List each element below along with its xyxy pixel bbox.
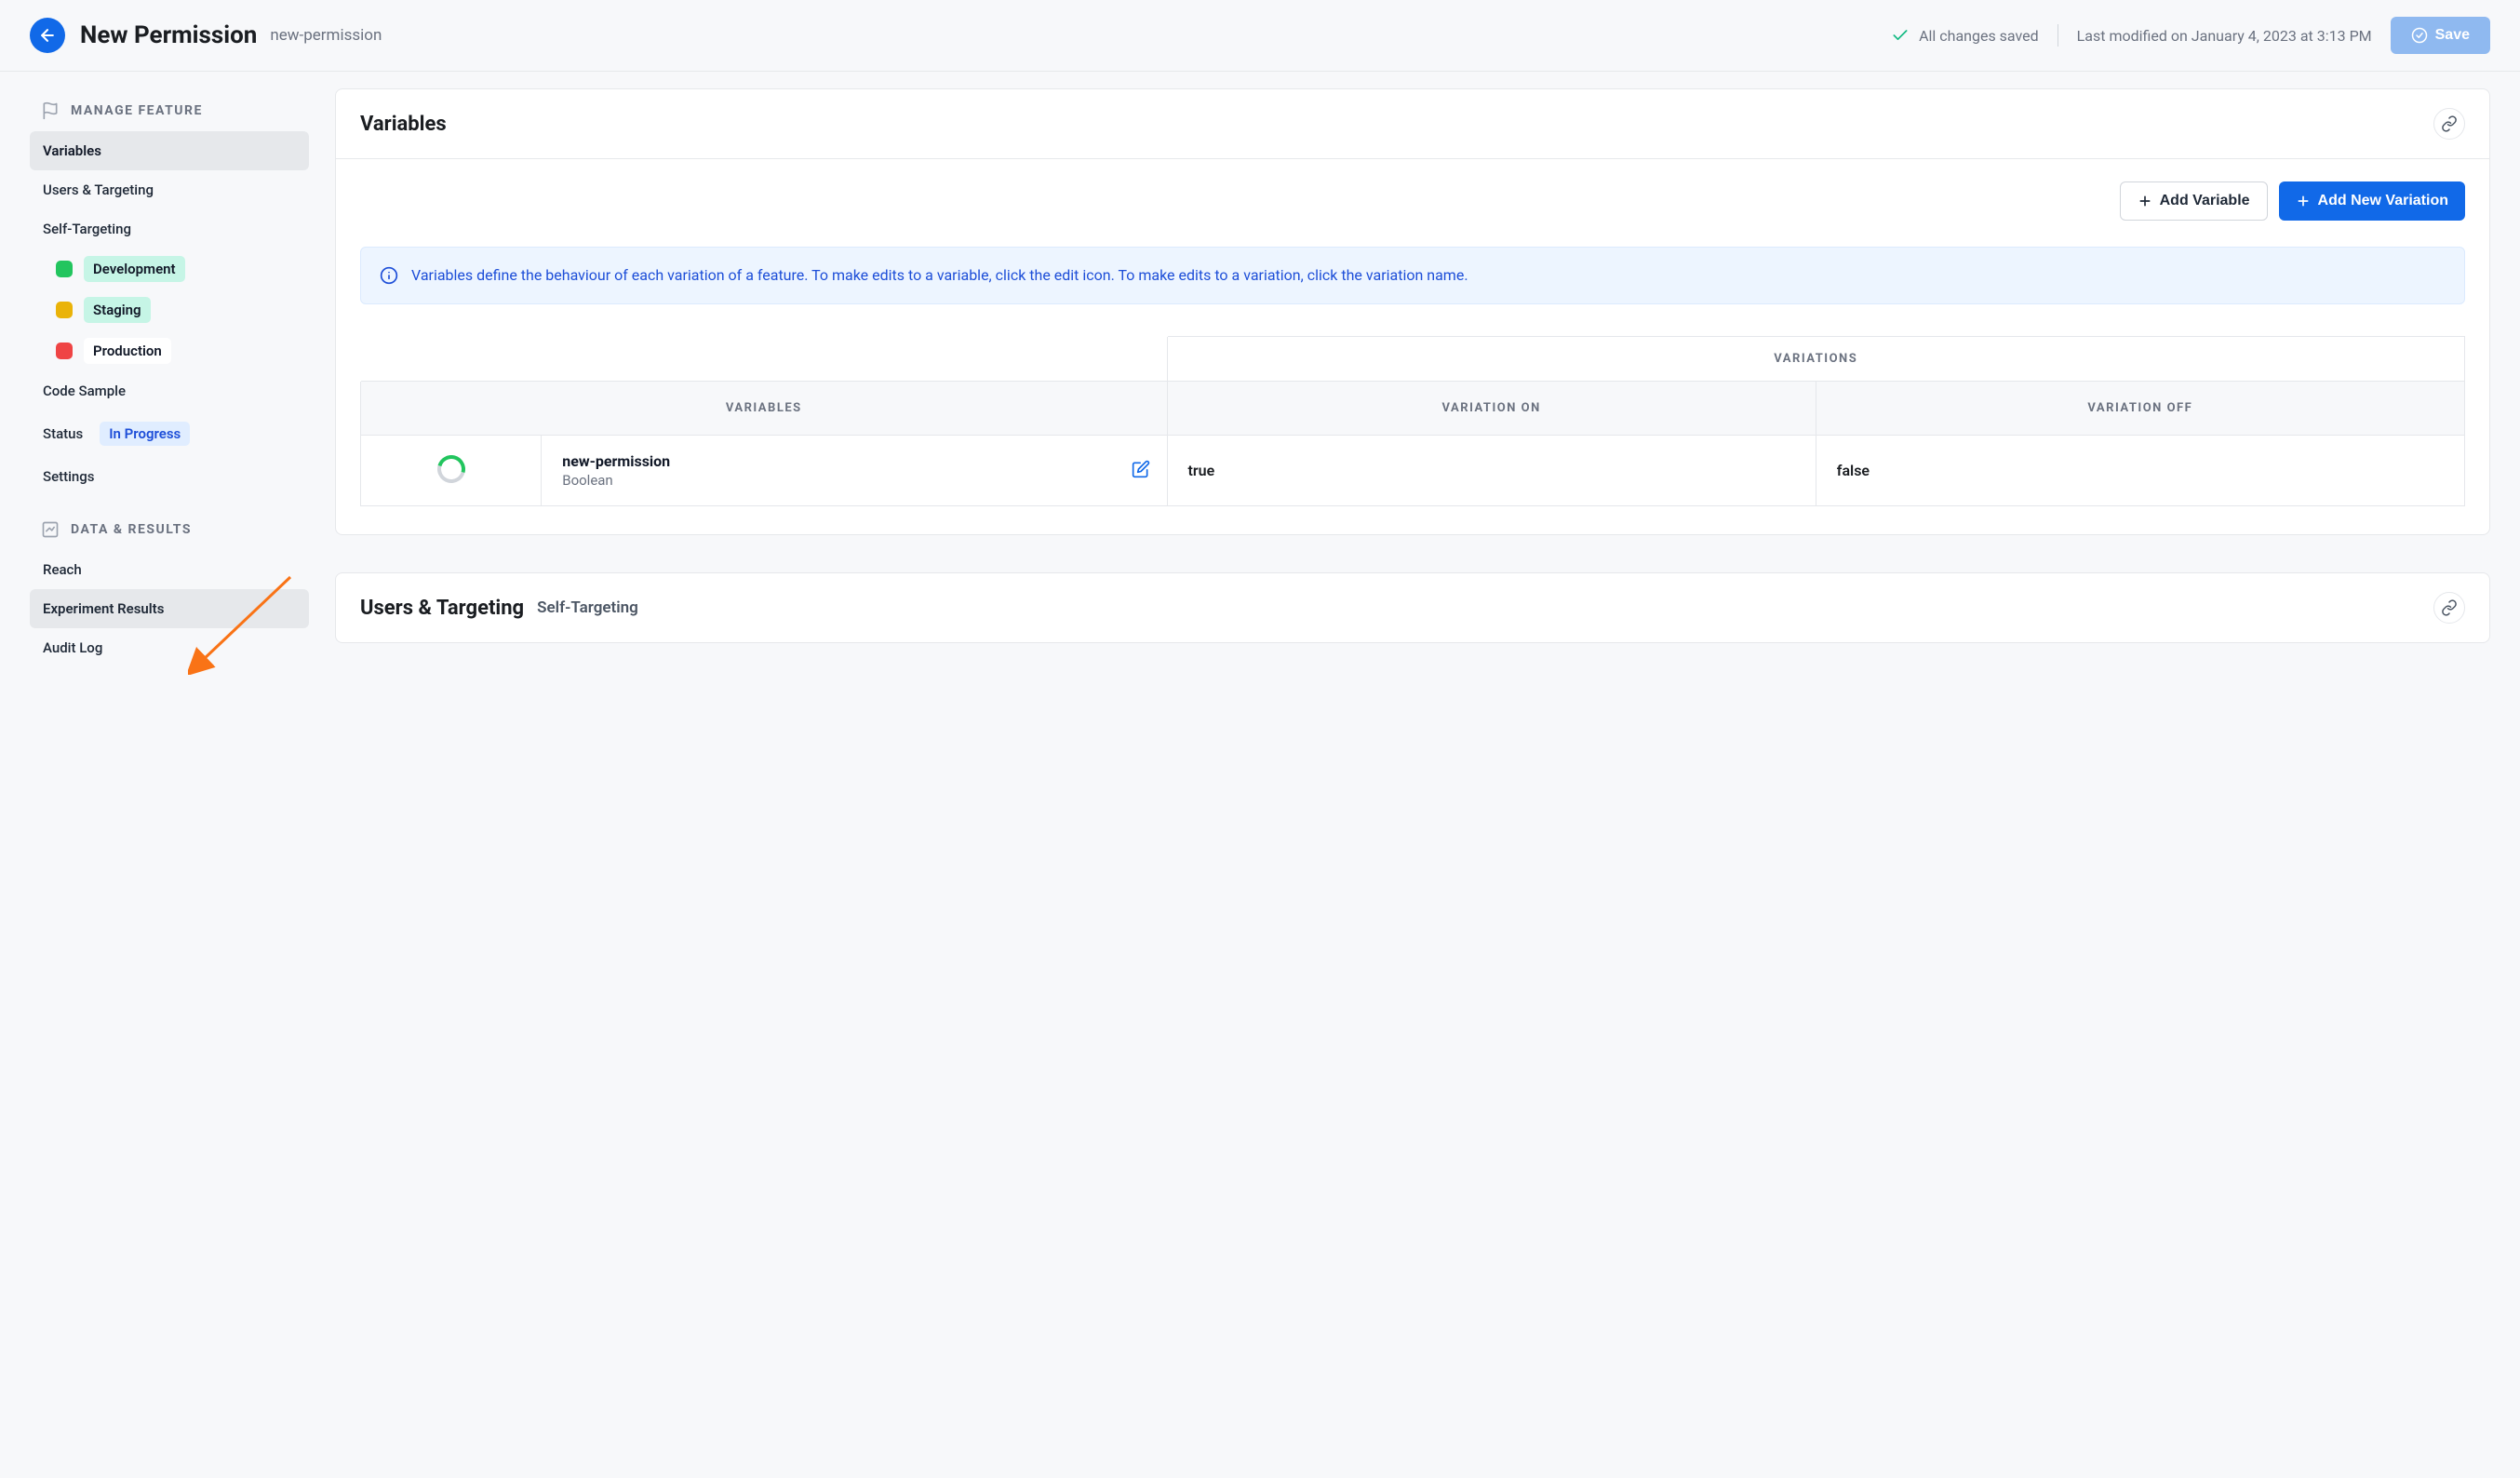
check-icon <box>1891 26 1910 45</box>
sidebar-item-label: Experiment Results <box>43 600 164 617</box>
status-badge: In Progress <box>100 422 190 446</box>
variables-panel-header: Variables <box>336 89 2489 159</box>
link-icon <box>2441 115 2458 132</box>
sidebar: MANAGE FEATURE Variables Users & Targeti… <box>30 88 309 667</box>
edit-icon <box>1132 460 1150 478</box>
plus-icon <box>2138 194 2152 208</box>
sidebar-item-reach[interactable]: Reach <box>30 550 309 589</box>
check-circle-icon <box>2411 27 2428 44</box>
env-label: Production <box>84 338 171 364</box>
sidebar-item-audit-log[interactable]: Audit Log <box>30 628 309 667</box>
add-variation-label: Add New Variation <box>2318 193 2448 209</box>
env-color-dot <box>56 302 73 318</box>
variation-off-value[interactable]: false <box>1816 436 2464 506</box>
variables-col-header: VARIABLES <box>361 382 1168 436</box>
variable-type-icon-cell <box>361 436 542 506</box>
sidebar-item-users-targeting[interactable]: Users & Targeting <box>30 170 309 209</box>
sidebar-item-experiment-results[interactable]: Experiment Results <box>30 589 309 628</box>
variable-type: Boolean <box>562 472 1146 489</box>
chart-icon <box>41 520 60 539</box>
sidebar-manage-header: MANAGE FEATURE <box>71 103 203 118</box>
plus-icon <box>2296 194 2311 208</box>
sidebar-item-status[interactable]: Status In Progress <box>30 410 309 457</box>
save-button-label: Save <box>2435 27 2470 44</box>
users-panel-header: Users & Targeting Self-Targeting <box>336 573 2489 642</box>
panel-subtitle: Self-Targeting <box>537 598 638 617</box>
copy-link-button[interactable] <box>2433 592 2465 624</box>
copy-link-button[interactable] <box>2433 108 2465 140</box>
variation-on-value[interactable]: true <box>1167 436 1816 506</box>
edit-variable-button[interactable] <box>1132 460 1150 482</box>
info-icon <box>380 266 398 285</box>
sidebar-section-manage: MANAGE FEATURE <box>30 88 309 131</box>
env-label: Development <box>84 256 185 282</box>
flag-icon <box>41 101 60 120</box>
info-banner: Variables define the behaviour of each v… <box>360 247 2465 304</box>
sidebar-item-label: Status <box>43 425 83 442</box>
page-header: New Permission new-permission All change… <box>0 0 2520 72</box>
page-slug: new-permission <box>270 26 382 45</box>
sidebar-item-label: Audit Log <box>43 639 102 656</box>
sidebar-env-development[interactable]: Development <box>43 249 309 289</box>
sidebar-data-header: DATA & RESULTS <box>71 522 192 537</box>
variables-panel: Variables Add Variable Add New Variation… <box>335 88 2490 535</box>
sidebar-item-label: Code Sample <box>43 383 126 399</box>
add-variable-label: Add Variable <box>2160 193 2250 209</box>
sidebar-item-settings[interactable]: Settings <box>30 457 309 496</box>
variations-header: VARIATIONS <box>1167 337 2464 382</box>
arrow-left-icon <box>38 26 57 45</box>
sidebar-item-label: Variables <box>43 142 101 159</box>
sidebar-env-staging[interactable]: Staging <box>43 289 309 330</box>
env-color-dot <box>56 343 73 359</box>
table-row: new-permission Boolean true false <box>361 436 2465 506</box>
variation-on-header[interactable]: VARIATION ON <box>1167 382 1816 436</box>
panel-title: Users & Targeting <box>360 597 524 620</box>
sidebar-item-label: Settings <box>43 468 95 485</box>
variable-name-cell: new-permission Boolean <box>542 436 1167 506</box>
sidebar-item-code-sample[interactable]: Code Sample <box>30 371 309 410</box>
sidebar-item-label: Users & Targeting <box>43 181 154 198</box>
sidebar-item-label: Reach <box>43 561 82 578</box>
variable-name: new-permission <box>562 452 1146 470</box>
sidebar-section-data: DATA & RESULTS <box>30 507 309 550</box>
panel-title: Variables <box>360 113 447 136</box>
link-icon <box>2441 599 2458 616</box>
env-color-dot <box>56 261 73 277</box>
sidebar-item-variables[interactable]: Variables <box>30 131 309 170</box>
add-variable-button[interactable]: Add Variable <box>2120 181 2268 221</box>
saved-indicator: All changes saved <box>1891 26 2039 45</box>
sidebar-env-production[interactable]: Production <box>43 330 309 371</box>
back-button[interactable] <box>30 18 65 53</box>
boolean-type-icon <box>432 450 470 488</box>
users-targeting-panel: Users & Targeting Self-Targeting <box>335 572 2490 643</box>
sidebar-item-self-targeting[interactable]: Self-Targeting <box>43 209 309 249</box>
saved-label: All changes saved <box>1919 27 2039 45</box>
variation-off-header[interactable]: VARIATION OFF <box>1816 382 2464 436</box>
add-variation-button[interactable]: Add New Variation <box>2279 181 2465 221</box>
last-modified: Last modified on January 4, 2023 at 3:13… <box>2077 27 2372 45</box>
info-text: Variables define the behaviour of each v… <box>411 264 1468 287</box>
env-label: Staging <box>84 297 151 323</box>
page-title: New Permission <box>80 21 257 49</box>
sidebar-item-label: Self-Targeting <box>43 221 131 237</box>
main-content: Variables Add Variable Add New Variation… <box>335 88 2490 667</box>
save-button[interactable]: Save <box>2391 17 2490 54</box>
variables-table: VARIATIONS VARIABLES VARIATION ON VARIAT… <box>360 336 2465 506</box>
